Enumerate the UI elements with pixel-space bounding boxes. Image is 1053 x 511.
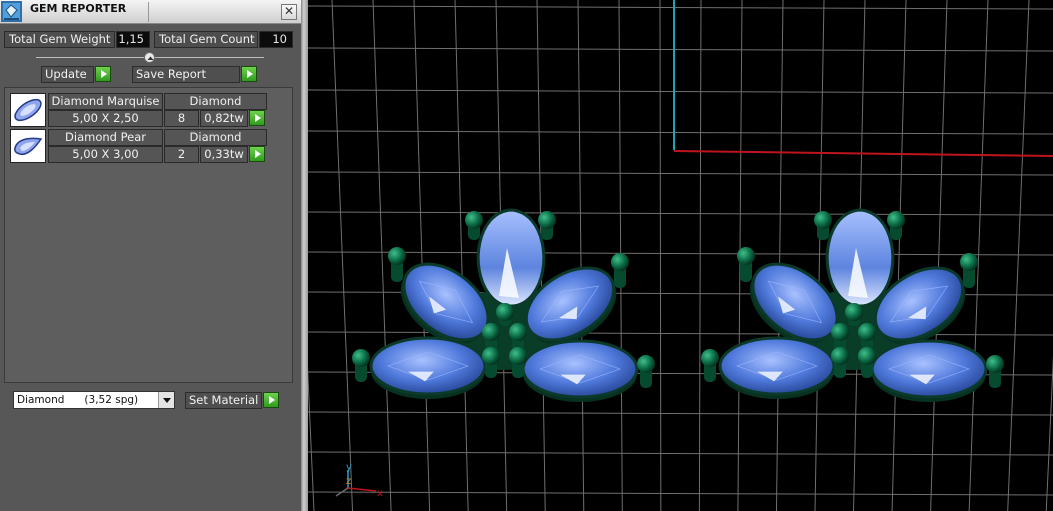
axis-z-label: z — [346, 476, 351, 487]
pear-gem-thumbnail-icon — [10, 129, 46, 163]
gem-name: Diamond Pear — [48, 129, 163, 146]
close-button[interactable]: ✕ — [281, 4, 297, 20]
axis-x-label: x — [377, 488, 383, 499]
viewport-grid — [308, 0, 1053, 511]
gem-size: 5,00 X 2,50 — [48, 110, 163, 127]
save-report-button[interactable]: Save Report — [132, 66, 240, 83]
gem-reporter-app-icon — [1, 1, 22, 22]
gem-count: 8 — [164, 110, 199, 127]
gem-material: Diamond — [164, 93, 267, 110]
x-axis-line — [673, 150, 1053, 157]
gem-weight: 0,33tw — [200, 146, 248, 163]
gem-reporter-panel: GEM REPORTER ✕ Total Gem Weight 1,15 Tot… — [0, 0, 301, 511]
total-gem-count-value: 10 — [259, 31, 293, 48]
material-select[interactable]: Diamond (3,52 spg) — [13, 391, 175, 409]
axis-y-label: y — [346, 462, 352, 473]
material-select-value: Diamond (3,52 spg) — [17, 394, 139, 406]
update-button[interactable]: Update — [41, 66, 94, 83]
total-gem-count-label: Total Gem Count — [154, 31, 258, 48]
set-material-go-icon[interactable] — [263, 392, 279, 408]
axis-gizmo-icon: y z x — [335, 462, 383, 499]
gem-size: 5,00 X 3,00 — [48, 146, 163, 163]
total-gem-weight-value: 1,15 — [116, 31, 150, 48]
3d-viewport[interactable]: y z x — [308, 0, 1053, 511]
chevron-up-icon — [147, 56, 154, 60]
close-icon: ✕ — [283, 4, 295, 18]
gem-name: Diamond Marquise — [48, 93, 163, 110]
save-report-go-icon[interactable] — [241, 66, 257, 82]
gem-count: 2 — [164, 146, 199, 163]
gem-list: Diamond Marquise Diamond 5,00 X 2,50 8 0… — [4, 87, 293, 383]
gem-row-marquise[interactable]: Diamond Marquise Diamond 5,00 X 2,50 8 0… — [10, 93, 270, 127]
gem-row-go-icon[interactable] — [249, 146, 265, 162]
set-material-button[interactable]: Set Material — [185, 392, 262, 409]
viewport-canvas[interactable]: y z x — [308, 0, 1053, 511]
update-go-icon[interactable] — [95, 66, 111, 82]
collapse-toggle-button[interactable] — [144, 52, 155, 63]
panel-splitter[interactable] — [301, 0, 308, 511]
gem-material: Diamond — [164, 129, 267, 146]
window-title: GEM REPORTER — [30, 2, 127, 15]
gem-row-go-icon[interactable] — [249, 110, 265, 126]
title-bar: GEM REPORTER ✕ — [0, 0, 301, 24]
total-gem-weight-label: Total Gem Weight — [4, 31, 115, 48]
marquise-gem-thumbnail-icon — [10, 93, 46, 127]
title-separator — [148, 2, 149, 22]
gem-row-pear[interactable]: Diamond Pear Diamond 5,00 X 3,00 2 0,33t… — [10, 129, 270, 163]
chevron-down-icon[interactable] — [158, 392, 174, 408]
gem-weight: 0,82tw — [200, 110, 248, 127]
